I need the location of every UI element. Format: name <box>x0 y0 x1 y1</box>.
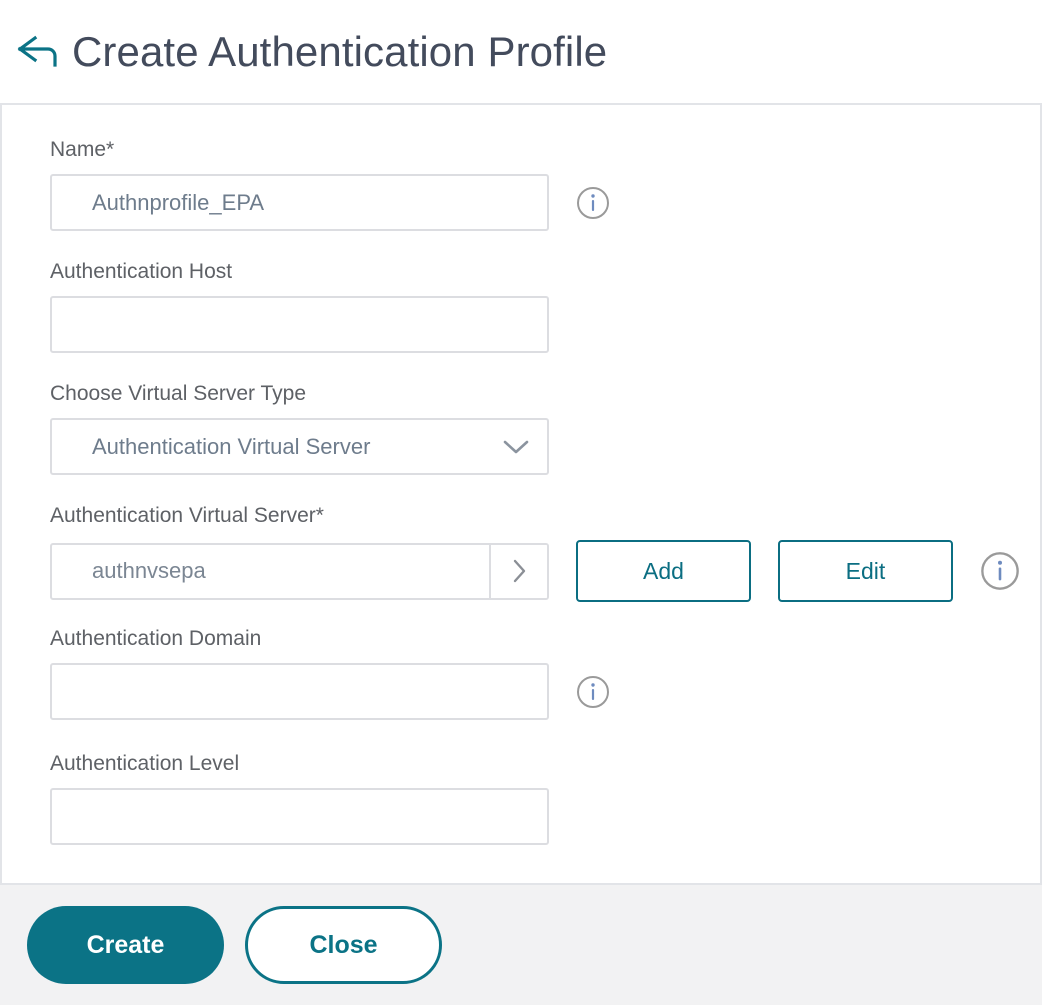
back-arrow-icon[interactable] <box>10 24 66 80</box>
authentication-host-input[interactable] <box>50 296 549 353</box>
field-name: Name* <box>50 139 1040 231</box>
chevron-right-icon[interactable] <box>489 544 547 598</box>
field-label-name: Name* <box>50 138 115 161</box>
authentication-level-input[interactable] <box>50 788 549 845</box>
field-label-authentication-domain: Authentication Domain <box>50 627 262 650</box>
close-button[interactable]: Close <box>245 906 442 984</box>
virtual-server-type-select[interactable]: Authentication Virtual Server <box>50 418 549 475</box>
add-button[interactable]: Add <box>576 540 751 602</box>
info-icon-authentication-domain[interactable] <box>576 675 610 709</box>
authentication-virtual-server-value[interactable]: authnvsepa <box>52 545 489 598</box>
field-authentication-level: Authentication Level <box>50 753 1040 845</box>
form-body: Name* Authentication Host <box>0 105 1042 883</box>
field-label-virtual-server-type: Choose Virtual Server Type <box>50 382 307 405</box>
field-authentication-domain: Authentication Domain <box>50 628 1040 720</box>
page-title: Create Authentication Profile <box>72 27 608 75</box>
page-header: Create Authentication Profile <box>0 0 1042 105</box>
edit-button[interactable]: Edit <box>778 540 953 602</box>
create-button[interactable]: Create <box>27 906 224 984</box>
info-icon-name[interactable] <box>576 186 610 220</box>
authentication-domain-input[interactable] <box>50 663 549 720</box>
authentication-virtual-server-picker[interactable]: authnvsepa <box>50 542 549 600</box>
create-authentication-profile-page: Create Authentication Profile Name* Auth… <box>0 0 1042 1005</box>
field-label-authentication-virtual-server: Authentication Virtual Server* <box>50 504 324 527</box>
field-label-authentication-level: Authentication Level <box>50 752 240 775</box>
virtual-server-type-select-value[interactable]: Authentication Virtual Server <box>50 418 549 475</box>
name-input[interactable] <box>50 174 549 231</box>
info-icon-authentication-virtual-server[interactable] <box>980 551 1020 591</box>
footer-action-bar: Create Close <box>0 883 1042 1005</box>
field-label-authentication-host: Authentication Host <box>50 260 233 283</box>
field-authentication-host: Authentication Host <box>50 261 1040 353</box>
field-authentication-virtual-server: Authentication Virtual Server* authnvsep… <box>50 505 1040 602</box>
field-virtual-server-type: Choose Virtual Server Type Authenticatio… <box>50 383 1040 475</box>
